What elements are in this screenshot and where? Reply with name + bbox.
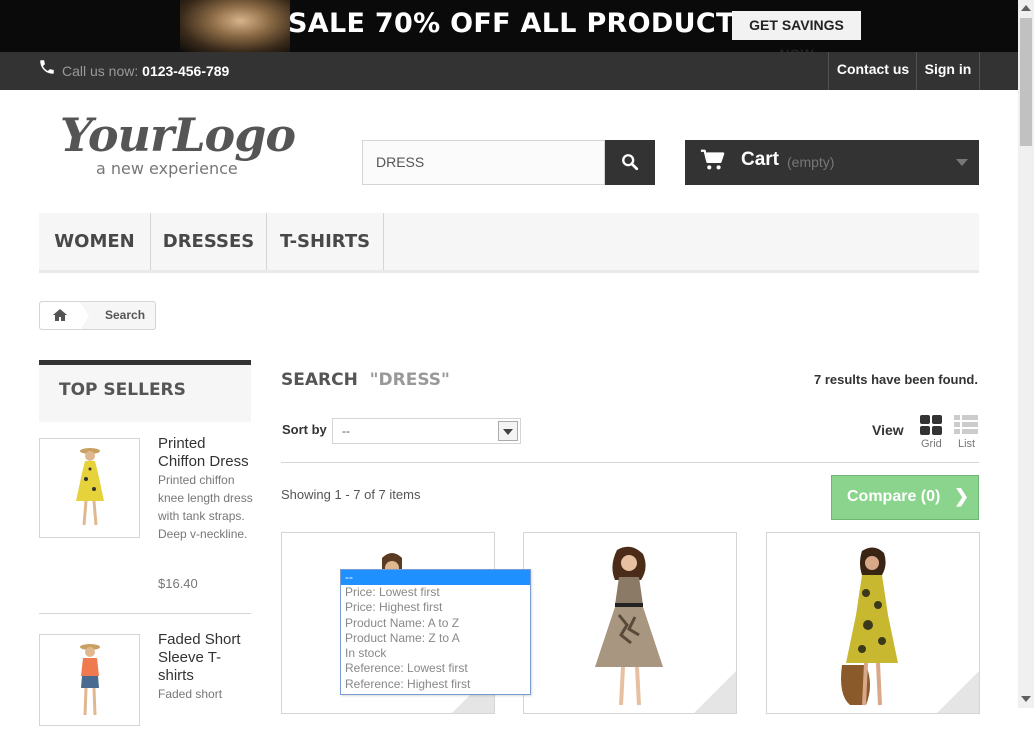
sort-option[interactable]: In stock (341, 646, 530, 661)
product-card[interactable] (766, 532, 980, 714)
sort-dropdown-toggle[interactable] (498, 421, 518, 441)
banner-model-image (180, 0, 290, 52)
top-seller-image-2[interactable] (39, 634, 140, 726)
top-seller-name-2[interactable]: Faded Short Sleeve T-shirts (158, 631, 253, 685)
grid-view-icon[interactable] (920, 415, 942, 435)
phone-prefix: Call us now: (62, 63, 139, 79)
shopping-cart-icon (700, 149, 725, 170)
tshirt-product-image (80, 644, 100, 716)
card-corner-decoration (693, 670, 736, 713)
top-sellers-header: TOP SELLERS (39, 360, 251, 422)
compare-label: Compare (0) (847, 488, 941, 505)
cart-label: Cart (741, 149, 780, 170)
sidebar-divider (39, 613, 251, 614)
sort-option[interactable]: Price: Lowest first (341, 585, 530, 600)
sort-option[interactable]: Price: Highest first (341, 600, 530, 615)
sort-option[interactable]: Product Name: A to Z (341, 616, 530, 631)
top-seller-name-1[interactable]: Printed Chiffon Dress (158, 435, 253, 471)
sort-select[interactable]: -- (332, 418, 521, 444)
sort-option[interactable]: Product Name: Z to A (341, 631, 530, 646)
sort-option[interactable]: Reference: Highest first (341, 677, 530, 692)
product-image (841, 547, 898, 706)
get-savings-button[interactable]: GET SAVINGS NOW (732, 11, 861, 62)
product-image (595, 546, 663, 706)
home-icon (53, 309, 67, 321)
divider (281, 462, 979, 463)
main-menu: WOMEN DRESSES T-SHIRTS (39, 213, 979, 273)
breadcrumb-separator (80, 302, 89, 330)
product-card[interactable] (523, 532, 737, 714)
sort-option[interactable]: -- (341, 570, 530, 585)
phone-info: Call us now: 0123-456-789 (62, 63, 229, 79)
logo-tagline: a new experience (96, 159, 238, 178)
contact-us-link[interactable]: Contact us (828, 52, 917, 90)
menu-item-dresses[interactable]: DRESSES (151, 213, 267, 270)
site-logo[interactable]: YourLogo a new experience (60, 108, 300, 180)
dress-product-image (76, 448, 104, 526)
top-seller-price-1: $16.40 (158, 576, 198, 591)
search-query: "DRESS" (369, 370, 450, 390)
results-count: 7 results have been found. (814, 372, 978, 387)
list-view-icon[interactable] (954, 415, 978, 435)
banner-headline: SALE 70% OFF ALL PRODUCTS (288, 8, 755, 39)
sort-option[interactable]: Reference: Lowest first (341, 661, 530, 676)
chevron-down-icon (956, 159, 968, 166)
sort-selected-value: -- (342, 424, 350, 438)
showing-count: Showing 1 - 7 of 7 items (281, 487, 421, 502)
chevron-right-icon: ❯ (954, 486, 970, 506)
vertical-scrollbar[interactable] (1018, 0, 1034, 708)
breadcrumb-current: Search (105, 308, 146, 322)
breadcrumb-home[interactable] (40, 302, 80, 329)
list-view-label[interactable]: List (958, 438, 975, 450)
compare-button[interactable]: Compare (0) ❯ (831, 475, 979, 520)
view-label: View (872, 422, 904, 438)
promo-banner[interactable]: SALE 70% OFF ALL PRODUCTS GET SAVINGS NO… (0, 0, 1018, 62)
logo-wordmark: YourLogo (60, 108, 296, 162)
cart-button[interactable]: Cart (empty) (685, 140, 979, 185)
search-icon (622, 154, 639, 171)
top-seller-desc-2: Faded short (158, 687, 223, 701)
breadcrumb: Search (39, 301, 156, 330)
top-seller-desc-1: Printed chiffon knee length dress with t… (158, 473, 253, 541)
menu-item-women[interactable]: WOMEN (39, 213, 151, 270)
top-sellers-title: TOP SELLERS (59, 380, 186, 400)
chevron-down-icon (503, 429, 513, 435)
search-button[interactable] (605, 140, 655, 185)
scroll-up-icon[interactable] (1021, 5, 1031, 11)
top-seller-image-1[interactable] (39, 438, 140, 538)
phone-number: 0123-456-789 (142, 63, 230, 79)
search-input[interactable]: DRESS (362, 140, 605, 185)
scroll-down-icon[interactable] (1021, 696, 1031, 702)
page-title-label: SEARCH (281, 370, 358, 390)
phone-icon (40, 60, 54, 74)
sort-label: Sort by (282, 422, 327, 437)
menu-item-tshirts[interactable]: T-SHIRTS (267, 213, 384, 270)
scrollbar-thumb[interactable] (1020, 18, 1032, 146)
sort-options-dropdown[interactable]: -- Price: Lowest first Price: Highest fi… (340, 569, 531, 695)
sign-in-link[interactable]: Sign in (916, 52, 980, 90)
page-title: SEARCH "DRESS" (281, 370, 450, 390)
grid-view-label[interactable]: Grid (921, 438, 942, 450)
card-corner-decoration (936, 670, 979, 713)
cart-status: (empty) (787, 154, 835, 170)
